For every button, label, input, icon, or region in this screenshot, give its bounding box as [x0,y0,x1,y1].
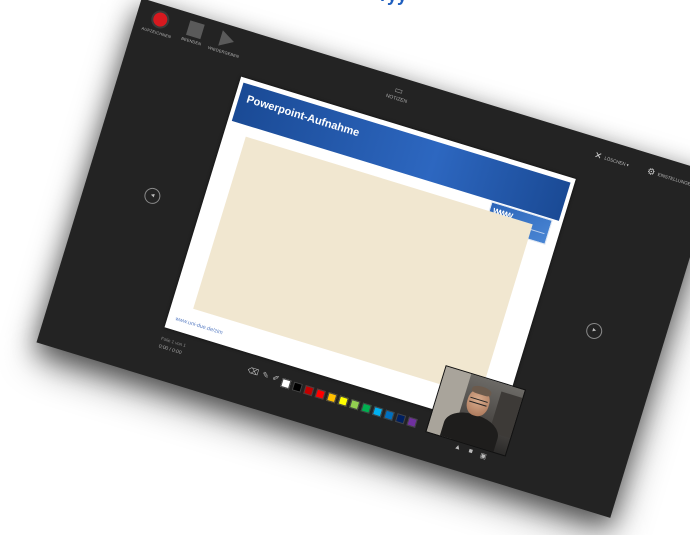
ink-color-swatch-1[interactable] [291,381,303,393]
clear-icon: ✕ [593,149,604,162]
chevron-left-icon: ◂ [149,191,156,200]
stop-icon [185,20,205,39]
ink-color-swatch-5[interactable] [337,395,349,407]
ink-color-swatch-7[interactable] [360,402,372,414]
ink-color-swatch-0[interactable] [280,378,292,390]
ink-color-swatch-9[interactable] [383,409,395,421]
pen-icon[interactable]: ✎ [261,370,270,381]
slide-status: Folie 1 von 1 0:00 / 0:00 [158,335,187,358]
ink-color-swatch-3[interactable] [314,388,326,400]
highlighter-icon[interactable]: ✐ [271,373,280,384]
chevron-right-icon: ▸ [591,326,598,335]
ink-color-swatch-6[interactable] [349,399,361,411]
ink-color-swatch-2[interactable] [303,385,315,397]
ink-color-swatch-4[interactable] [326,392,338,404]
previous-slide-button[interactable]: ◂ [142,185,163,206]
pen-tools: ⌫ ✎ ✐ [246,366,280,384]
ink-color-swatch-8[interactable] [372,406,384,418]
record-icon [149,8,172,31]
next-slide-button[interactable]: ▸ [584,320,605,341]
recording-window: AUFZEICHNEN BEENDEN WIEDERGEBEN ▭ NOTIZE… [36,0,690,518]
background-blue-text-fragment: ryy [380,0,440,8]
eraser-icon[interactable]: ⌫ [246,366,259,378]
ink-color-swatch-11[interactable] [406,416,418,428]
microphone-icon[interactable]: ▲ [453,443,462,453]
replay-button[interactable]: WIEDERGEBEN [204,26,249,61]
settings-icon: ⚙ [645,165,657,178]
play-icon [218,30,237,50]
slide-footer-url: www.uni-due.de/zim [174,316,224,337]
ink-color-swatch-10[interactable] [394,413,407,425]
camera-preview-icon[interactable]: ▣ [479,451,488,461]
camera-icon[interactable]: ■ [467,448,474,457]
